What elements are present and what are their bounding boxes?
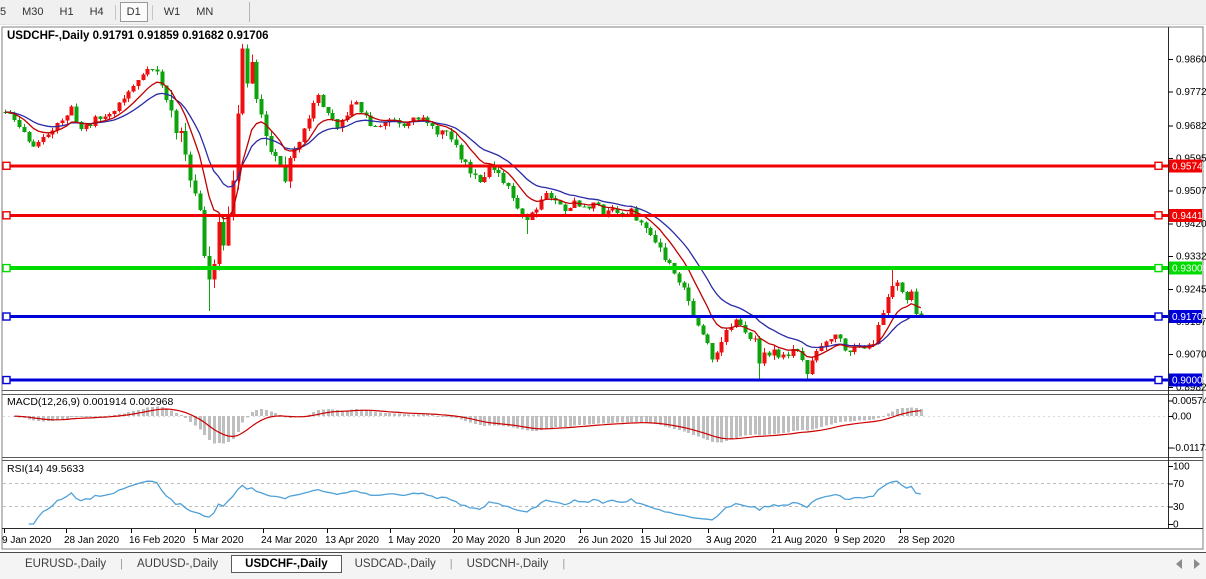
- hline-handle[interactable]: [3, 313, 10, 320]
- rsi-axis-label: 70: [1173, 479, 1185, 490]
- x-axis-label: 21 Aug 2020: [771, 535, 828, 546]
- timeframe-button-5[interactable]: 5: [0, 2, 13, 22]
- toolbar-separator: [115, 5, 116, 20]
- price-tag-label: 0.91709: [1172, 312, 1206, 323]
- timeframe-button-h4[interactable]: H4: [83, 2, 111, 22]
- rsi-axis-label: 30: [1173, 502, 1185, 513]
- scroll-tabs-left-icon[interactable]: [1176, 559, 1182, 569]
- chart-tab-usdcnh[interactable]: USDCNH-,Daily: [454, 555, 562, 573]
- x-axis-label: 9 Jan 2020: [2, 535, 52, 546]
- chart-tab-usdchf[interactable]: USDCHF-,Daily: [231, 555, 341, 573]
- tab-separator: |: [561, 558, 566, 570]
- price-tag-0.90009: 0.90009: [1169, 374, 1206, 387]
- x-axis-label: 20 May 2020: [452, 535, 510, 546]
- hline-handle[interactable]: [1155, 162, 1162, 169]
- macd-indicator-label: MACD(12,26,9) 0.001914 0.002968: [7, 396, 174, 408]
- x-axis-label: 8 Jun 2020: [516, 535, 566, 546]
- toolbar-separator: [152, 5, 153, 20]
- x-axis-label: 24 Mar 2020: [261, 535, 318, 546]
- y-axis-label: 0.97725: [1176, 87, 1206, 98]
- timeframe-toolbar: 5M30H1H4 D1 W1MN: [0, 0, 1206, 25]
- x-axis-label: 9 Sep 2020: [834, 535, 886, 546]
- price-tag-label: 0.95742: [1172, 161, 1206, 172]
- chart-title-ohlc: USDCHF-,Daily 0.91791 0.91859 0.91682 0.…: [7, 30, 269, 42]
- hline-handle[interactable]: [1155, 265, 1162, 272]
- timeframe-button-mn[interactable]: MN: [189, 2, 220, 22]
- price-tag-label: 0.93005: [1172, 264, 1206, 275]
- rsi-panel-plot[interactable]: [3, 461, 1168, 528]
- y-axis-label: 0.96825: [1176, 121, 1206, 132]
- hline-handle[interactable]: [3, 162, 10, 169]
- hline-handle[interactable]: [3, 265, 10, 272]
- price-tag-label: 0.94417: [1172, 211, 1206, 222]
- chart-tab-eurusd[interactable]: EURUSD-,Daily: [12, 555, 119, 573]
- y-axis-label: 0.95075: [1176, 186, 1206, 197]
- tab-scroll-controls: [1176, 559, 1200, 569]
- x-axis-label: 13 Apr 2020: [325, 535, 379, 546]
- x-axis-label: 16 Feb 2020: [129, 535, 186, 546]
- timeframe-button-d1[interactable]: D1: [120, 2, 148, 22]
- timeframe-button-m30[interactable]: M30: [15, 2, 50, 22]
- y-axis-label: 0.93325: [1176, 252, 1206, 263]
- y-axis-label: 0.92450: [1176, 284, 1206, 295]
- macd-axis-label: -0.011738: [1172, 443, 1206, 454]
- main-chart-plot[interactable]: [3, 28, 1168, 390]
- chart-window: 0.986000.977250.968250.959500.950750.942…: [0, 0, 1206, 552]
- price-tag-0.94417: 0.94417: [1169, 209, 1206, 222]
- rsi-indicator-label: RSI(14) 49.5633: [7, 463, 84, 475]
- y-axis-label: 0.90700: [1176, 350, 1206, 361]
- toolbar-section-separator: [249, 2, 250, 22]
- price-tag-0.95742: 0.95742: [1169, 159, 1206, 172]
- x-axis-label: 3 Aug 2020: [706, 535, 757, 546]
- chart-tab-bar: EURUSD-,Daily | AUDUSD-,DailyUSDCHF-,Daily…: [0, 552, 1206, 579]
- x-axis-label: 28 Sep 2020: [898, 535, 955, 546]
- chart-tabs: EURUSD-,Daily | AUDUSD-,DailyUSDCHF-,Daily…: [0, 553, 566, 574]
- hline-handle[interactable]: [1155, 377, 1162, 384]
- chart-tab-audusd[interactable]: AUDUSD-,Daily: [124, 555, 231, 573]
- hline-handle[interactable]: [3, 377, 10, 384]
- rsi-axis-label: 0: [1173, 520, 1179, 531]
- hline-handle[interactable]: [3, 212, 10, 219]
- x-axis-label: 1 May 2020: [388, 535, 441, 546]
- macd-axis-label: 0.00: [1172, 412, 1192, 423]
- macd-axis-label: 0.005744: [1172, 396, 1206, 407]
- y-axis-label: 0.98600: [1176, 55, 1206, 66]
- chart-tab-usdcad[interactable]: USDCAD-,Daily: [342, 555, 449, 573]
- hline-handle[interactable]: [1155, 313, 1162, 320]
- trading-platform-window: 0.986000.977250.968250.959500.950750.942…: [0, 0, 1206, 579]
- price-tag-label: 0.90009: [1172, 376, 1206, 387]
- x-axis-label: 5 Mar 2020: [193, 535, 244, 546]
- scroll-tabs-right-icon[interactable]: [1194, 559, 1200, 569]
- price-tag-0.93005: 0.93005: [1169, 262, 1206, 275]
- x-axis-label: 26 Jun 2020: [578, 535, 633, 546]
- price-tag-0.91709: 0.91709: [1169, 310, 1206, 323]
- x-axis-label: 15 Jul 2020: [640, 535, 692, 546]
- rsi-axis-label: 100: [1173, 462, 1190, 473]
- timeframe-button-w1[interactable]: W1: [157, 2, 188, 22]
- hline-handle[interactable]: [1155, 212, 1162, 219]
- x-axis-label: 28 Jan 2020: [64, 535, 119, 546]
- timeframe-button-h1[interactable]: H1: [53, 2, 81, 22]
